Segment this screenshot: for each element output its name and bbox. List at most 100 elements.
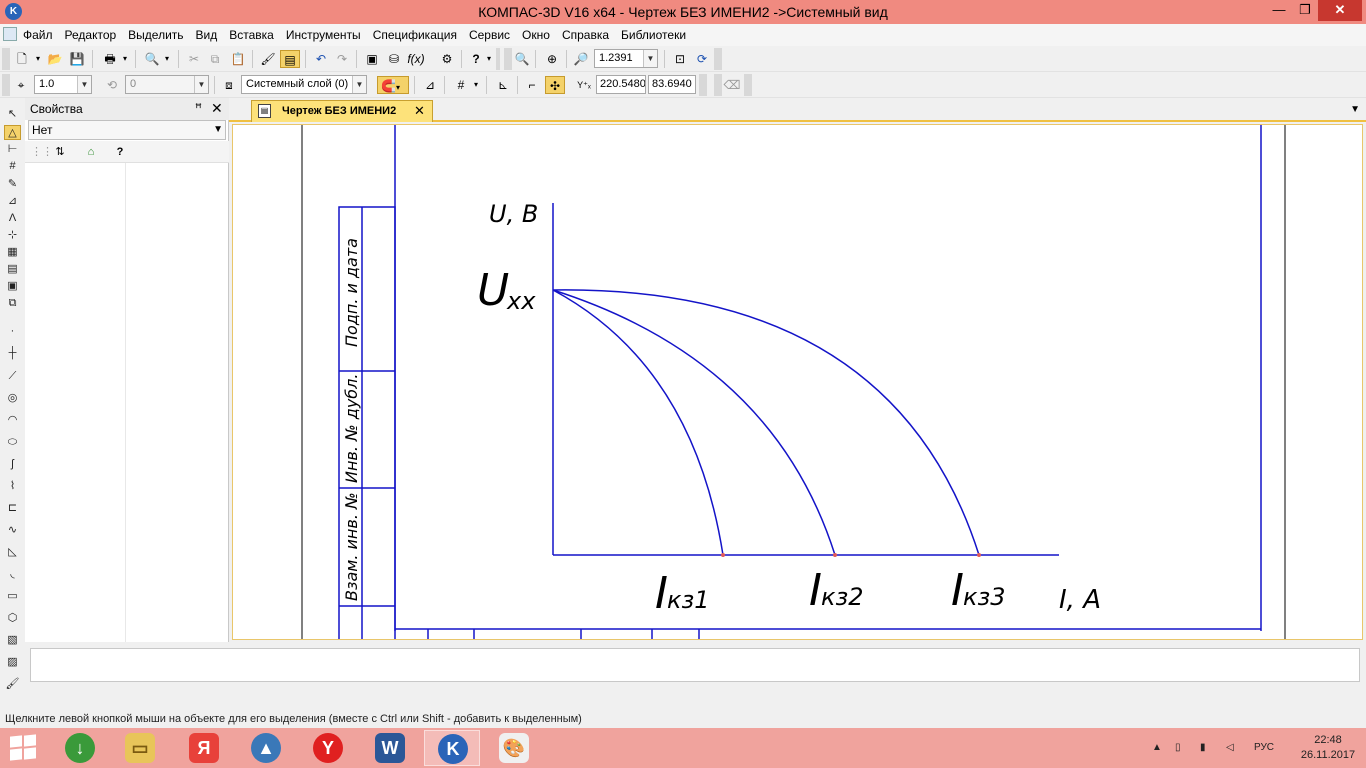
refresh-icon[interactable]: ⟳ — [692, 50, 712, 68]
tool-segment-icon[interactable]: ⟋ — [4, 369, 21, 384]
selection-filter-select[interactable]: Нет ▼ — [28, 120, 226, 140]
tool-arc-icon[interactable]: ◠ — [4, 413, 21, 428]
group-by-category-icon[interactable]: ⋮⋮ — [31, 144, 53, 160]
taskbar-app-yandex-browser[interactable]: Y — [300, 730, 356, 766]
style-combo[interactable]: 1.0 ▼ — [34, 75, 92, 94]
tray-battery-icon[interactable]: ▮ — [1200, 742, 1206, 753]
tool-parametrize-icon[interactable]: ⊿ — [4, 194, 21, 209]
open-folder-icon[interactable]: 📂 — [45, 50, 65, 68]
taskbar-app-yandex[interactable]: Я — [176, 730, 232, 766]
toolbar-grip[interactable] — [699, 74, 707, 96]
step-cursor-icon[interactable]: ⌐ — [522, 76, 542, 94]
menu-item-2[interactable]: Выделить — [122, 28, 189, 42]
tool-auxline-icon[interactable]: ┼ — [4, 346, 21, 361]
tool-spline-icon[interactable]: ʃ — [4, 457, 21, 472]
layer-combo[interactable]: Системный слой (0) ▼ — [241, 75, 367, 94]
taskbar-app-kompas[interactable]: K — [424, 730, 480, 766]
taskbar-app-word[interactable]: W — [362, 730, 418, 766]
menu-item-8[interactable]: Окно — [516, 28, 556, 42]
paste-icon[interactable]: 📋 — [228, 50, 248, 68]
fit-drawing-icon[interactable]: ⊡ — [670, 50, 690, 68]
chevron-down-icon[interactable]: ▼ — [194, 76, 208, 93]
tab-close-icon[interactable]: ✕ — [414, 103, 425, 119]
language-indicator[interactable]: РУС — [1254, 742, 1274, 753]
toolbar-grip[interactable] — [744, 74, 752, 96]
taskbar-app-installer[interactable]: ▲ — [238, 730, 294, 766]
help-icon[interactable]: ? — [466, 50, 486, 68]
undo-icon[interactable]: ↶ — [311, 50, 331, 68]
tool-rectangle-icon[interactable]: ▭ — [4, 589, 21, 604]
step-combo[interactable]: 0 ▼ — [125, 75, 209, 94]
function-icon[interactable]: f(x) — [406, 50, 426, 68]
manager-icon[interactable]: ▣ — [362, 50, 382, 68]
help-dropdown-icon[interactable]: ▾ — [484, 50, 494, 68]
tool-size-icon[interactable]: ⊢ — [4, 142, 21, 157]
cut-icon[interactable]: ✂ — [184, 50, 204, 68]
copy-icon[interactable]: ⧉ — [205, 50, 225, 68]
preview-dropdown-icon[interactable]: ▾ — [162, 50, 172, 68]
menu-item-9[interactable]: Справка — [556, 28, 615, 42]
new-document-icon[interactable]: 🗋 — [12, 50, 32, 68]
tray-expand-icon[interactable]: ▲ — [1152, 742, 1162, 753]
menu-item-6[interactable]: Спецификация — [367, 28, 463, 42]
coord-y-field[interactable]: 83.6940 — [648, 75, 696, 94]
tool-dimensions-icon[interactable]: ↖ — [4, 107, 21, 122]
tool-spec-icon[interactable]: ▤ — [4, 262, 21, 277]
clock[interactable]: 22:48 26.11.2017 — [1298, 733, 1358, 763]
chevron-down-icon[interactable]: ▼ — [352, 76, 366, 93]
tool-chamfer-icon[interactable]: ◺ — [4, 545, 21, 560]
save-icon[interactable]: 💾 — [67, 50, 87, 68]
tool-fill-icon[interactable]: ▨ — [4, 655, 21, 670]
zoom-combo[interactable]: 1.2391 ▼ — [594, 49, 658, 68]
object-properties-icon[interactable]: ⌂ — [83, 144, 99, 160]
tool-brush-icon[interactable]: 🖌 — [4, 677, 21, 692]
taskbar-app-paint[interactable]: 🎨 — [486, 730, 542, 766]
tool-contour-icon[interactable]: ⊏ — [4, 501, 21, 516]
sort-icon[interactable]: ⇅ — [52, 144, 68, 160]
ortho-icon[interactable]: ⊿ — [420, 76, 440, 94]
tool-bezier-icon[interactable]: ∿ — [4, 523, 21, 538]
help-icon[interactable]: ? — [112, 144, 128, 160]
document-menu-icon[interactable] — [3, 27, 17, 41]
zoom-in-icon[interactable]: 🔎 — [571, 50, 591, 68]
menu-item-5[interactable]: Инструменты — [280, 28, 367, 42]
chevron-down-icon[interactable]: ▼ — [643, 50, 657, 67]
zoom-selection-icon[interactable]: ⊕ — [542, 50, 562, 68]
tool-ellipse-icon[interactable]: ⬭ — [4, 435, 21, 450]
toolbar-grip[interactable] — [496, 48, 500, 70]
print-dropdown-icon[interactable]: ▾ — [120, 50, 130, 68]
tool-insert-icon[interactable]: ⧉ — [4, 296, 21, 311]
tool-measure-icon[interactable]: Λ — [4, 211, 21, 226]
close-button[interactable]: ✕ — [1318, 0, 1362, 21]
chevron-down-icon[interactable]: ▼ — [213, 121, 223, 139]
tool-report-icon[interactable]: ▣ — [4, 279, 21, 294]
tool-associative-icon[interactable]: ▦ — [4, 245, 21, 260]
tool-polyline-icon[interactable]: ⌇ — [4, 479, 21, 494]
minimize-button[interactable]: — — [1266, 0, 1292, 21]
tool-edit-icon[interactable]: ✎ — [4, 177, 21, 192]
grid-dropdown-icon[interactable]: ▾ — [471, 76, 481, 94]
tool-symbols-icon[interactable]: # — [4, 159, 21, 174]
local-cs-icon[interactable]: ⌖ — [11, 76, 31, 94]
layer-icon[interactable]: ⧈ — [219, 76, 239, 94]
tab-list-chevron-icon[interactable]: ▼ — [1350, 104, 1360, 115]
step-icon[interactable]: ⟲ — [102, 76, 122, 94]
print-icon[interactable]: 🖶 — [100, 50, 120, 68]
taskbar-app-downloader[interactable]: ↓ — [52, 730, 108, 766]
windows-start-icon[interactable] — [10, 734, 38, 761]
menu-item-4[interactable]: Вставка — [223, 28, 280, 42]
properties-icon[interactable]: ▤ — [280, 50, 300, 68]
toolbar-grip[interactable] — [2, 48, 10, 70]
library-icon[interactable]: ⚙ — [437, 50, 457, 68]
menu-item-3[interactable]: Вид — [190, 28, 224, 42]
properties-line-panel[interactable] — [30, 648, 1360, 682]
axes-icon[interactable]: ⊾ — [493, 76, 513, 94]
variables-icon[interactable]: ⛁ — [384, 50, 404, 68]
tray-device-icon[interactable]: ▯ — [1175, 742, 1181, 753]
tool-geometry-icon[interactable]: △ — [4, 125, 21, 140]
toolbar-grip[interactable] — [504, 48, 512, 70]
toolbar-grip[interactable] — [714, 74, 722, 96]
grid-icon[interactable]: # — [451, 76, 471, 94]
taskbar-app-explorer[interactable]: ▭ — [112, 730, 168, 766]
redo-icon[interactable]: ↷ — [332, 50, 352, 68]
